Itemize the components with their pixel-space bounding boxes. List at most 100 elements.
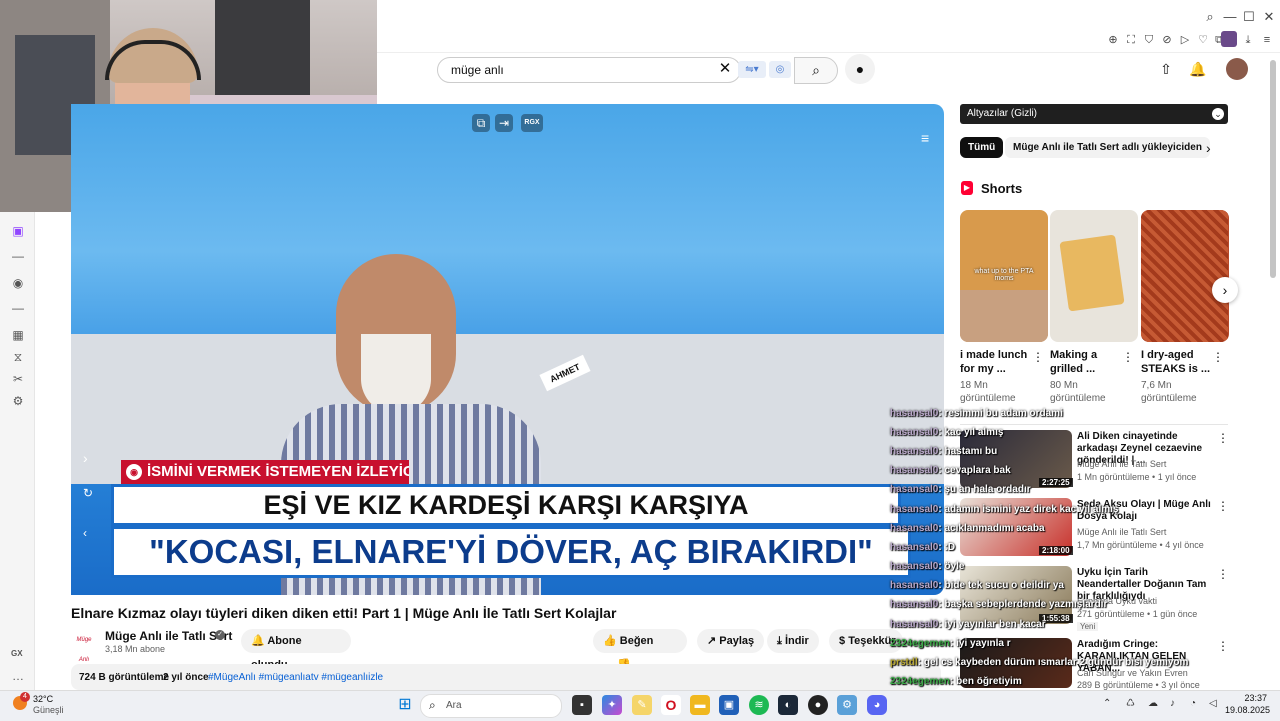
rgx-icon[interactable]: RGX — [521, 114, 543, 132]
search-icon: ⌕ — [429, 698, 436, 712]
search-input[interactable] — [449, 62, 713, 78]
chevron-right-icon[interactable]: › — [1206, 140, 1211, 156]
menu-icon[interactable]: ≡ — [1260, 33, 1274, 47]
related-channel[interactable]: Müge Anlı ile Tatlı Sert — [1077, 527, 1166, 537]
taskbar-search-placeholder: Ara — [446, 700, 462, 711]
channel-logo[interactable]: Müge Anlı — [71, 630, 97, 663]
like-label[interactable]: Beğen — [620, 635, 654, 647]
more-icon[interactable]: … — [10, 668, 26, 684]
clock-time[interactable]: 23:37 — [1233, 693, 1267, 703]
chip-all[interactable]: Tümü — [960, 137, 1004, 158]
replay-icon[interactable]: ↻ — [83, 486, 93, 500]
heart-icon[interactable]: ♡ — [1196, 33, 1210, 47]
channel-name[interactable]: Müge Anlı ile Tatlı Sert — [105, 629, 232, 643]
download-button[interactable]: ⤓ İndir — [767, 629, 819, 653]
related-channel[interactable]: Müge Anlı ile Tatlı Sert — [1077, 459, 1166, 469]
file-explorer-icon[interactable]: ▬ — [690, 695, 710, 715]
playlist-icon[interactable]: ≡ — [921, 130, 929, 146]
more-vert-icon[interactable]: ⋮ — [1032, 350, 1044, 364]
related-meta: 1 Mn görüntüleme • 1 yıl önce — [1077, 472, 1197, 482]
settings-gear-icon[interactable]: ⚙ — [837, 695, 857, 715]
windows-start-icon[interactable]: ⊞ — [395, 695, 415, 715]
opera-gx-icon[interactable]: O — [661, 695, 681, 715]
taskbar-search[interactable]: ⌕ Ara — [420, 694, 562, 718]
settings-icon[interactable]: ⚙ — [10, 393, 26, 409]
search-button[interactable]: ⌕ — [794, 57, 838, 84]
more-vert-icon[interactable]: ⋮ — [1217, 567, 1229, 581]
short-hand — [960, 290, 1048, 342]
short-thumbnail[interactable]: what up to the PTA moms — [960, 210, 1048, 342]
maximize-icon[interactable]: ☐ — [1240, 8, 1258, 26]
short-title[interactable]: i made lunch for my ... — [960, 348, 1032, 376]
tray-mic-icon[interactable]: ♪ — [1170, 698, 1175, 709]
chat-message: hasansal0: öyle — [890, 561, 965, 572]
description-box[interactable]: 724 B görüntüleme 2 yıl önce #MügeAnlı #… — [71, 664, 941, 690]
pin-icon[interactable]: ⊕ — [1106, 33, 1120, 47]
short-thumbnail[interactable] — [1141, 210, 1229, 342]
weather-temp[interactable]: 32°C — [33, 694, 53, 704]
duration-badge: 2:27:25 — [1039, 478, 1073, 487]
volume-icon[interactable]: ◁ — [1209, 698, 1217, 709]
pip-icon[interactable]: ⧉ — [472, 114, 490, 132]
minimize-icon[interactable]: — — [1221, 8, 1239, 26]
browser-search-icon[interactable]: ⌕ — [1201, 8, 1219, 26]
popout-icon[interactable]: ⇥ — [495, 114, 513, 132]
like-icon[interactable]: 👍 — [603, 635, 617, 647]
translate-icon[interactable]: ⇋▾ — [738, 61, 766, 78]
search-box[interactable] — [437, 57, 741, 83]
mic-icon[interactable]: ● — [845, 54, 875, 84]
more-vert-icon[interactable]: ⋮ — [1122, 350, 1134, 364]
twitch-icon[interactable]: ▣ — [10, 223, 26, 239]
subscribed-button[interactable]: 🔔 Abone olundu ⌄ — [241, 629, 351, 671]
tray-chevron-icon[interactable]: ⌃ — [1103, 698, 1111, 709]
discord-icon[interactable]: ◕ — [867, 695, 887, 715]
task-view-icon[interactable]: ▪ — [572, 695, 592, 715]
related-channel[interactable]: Can Sungur ve Yakın Evren — [1077, 668, 1188, 678]
more-vert-icon[interactable]: ⋮ — [1217, 639, 1229, 653]
shield-icon[interactable]: ⛉ — [1142, 33, 1156, 47]
short-thumbnail[interactable] — [1050, 210, 1138, 342]
short-views-label: görüntüleme — [1141, 393, 1197, 404]
prev-chevron-icon[interactable]: › — [83, 450, 88, 466]
upload-icon[interactable]: ⇧ — [1151, 54, 1181, 84]
subtitles-bar[interactable]: Altyazılar (Gizli) ⌄ — [960, 104, 1228, 124]
scrollbar-thumb[interactable] — [1270, 60, 1276, 278]
more-vert-icon[interactable]: ⋮ — [1212, 350, 1224, 364]
chip-uploader[interactable]: Müge Anlı ile Tatlı Sert adlı yükleyicid… — [1005, 137, 1210, 158]
avatar[interactable] — [1226, 58, 1248, 80]
copilot-icon[interactable]: ✦ — [602, 695, 622, 715]
app-icon[interactable]: ● — [808, 695, 828, 715]
clear-search-icon[interactable]: ✕ — [715, 59, 735, 79]
wifi-icon[interactable]: ◔ — [1190, 698, 1196, 709]
hashtags[interactable]: #MügeAnlı #mügeanlıatv #mügeanlıizle — [208, 672, 383, 683]
tools-icon[interactable]: ✂ — [10, 371, 26, 387]
tray-cloud-icon[interactable]: ☁ — [1148, 698, 1158, 709]
clock-date[interactable]: 19.08.2025 — [1225, 705, 1270, 715]
tray-app-icon[interactable]: ♺ — [1126, 698, 1135, 709]
bell-icon[interactable]: 🔔 — [1183, 54, 1213, 84]
close-icon[interactable]: ✕ — [1260, 8, 1278, 26]
download-icon[interactable]: ⤓ — [1241, 33, 1255, 47]
profile-avatar-small[interactable] — [1221, 31, 1237, 47]
player-icon[interactable]: ◉ — [10, 275, 26, 291]
more-vert-icon[interactable]: ⋮ — [1217, 499, 1229, 513]
share-button[interactable]: ↗ Paylaş — [697, 629, 765, 653]
widgets-icon[interactable]: ✎ — [632, 695, 652, 715]
video-player[interactable]: AHMET ⧉ ⇥ RGX ≡ › ↻ ‹ İSMİNİ VERMEK İSTE… — [71, 104, 944, 595]
adblock-icon[interactable]: ⊘ — [1160, 33, 1174, 47]
play-icon[interactable]: ▷ — [1178, 33, 1192, 47]
spotify-icon[interactable]: ≋ — [749, 695, 769, 715]
store-icon[interactable]: ▣ — [719, 695, 739, 715]
steam-icon[interactable]: ◐ — [778, 695, 798, 715]
lens-icon[interactable]: ◎ — [769, 61, 791, 78]
map-icon[interactable]: ⧖ — [10, 349, 26, 365]
upload-age: 2 yıl önce — [163, 672, 209, 683]
short-title[interactable]: I dry-aged STEAKS is ... — [1141, 348, 1213, 376]
screenshot-icon[interactable]: ⛶ — [1124, 33, 1138, 47]
shorts-next-button[interactable]: › — [1212, 277, 1238, 303]
apps-icon[interactable]: ▦ — [10, 327, 26, 343]
short-title[interactable]: Making a grilled ... — [1050, 348, 1122, 376]
chevron-down-icon[interactable]: ⌄ — [1212, 108, 1224, 120]
back-chevron-icon[interactable]: ‹ — [83, 526, 87, 540]
more-vert-icon[interactable]: ⋮ — [1217, 431, 1229, 445]
